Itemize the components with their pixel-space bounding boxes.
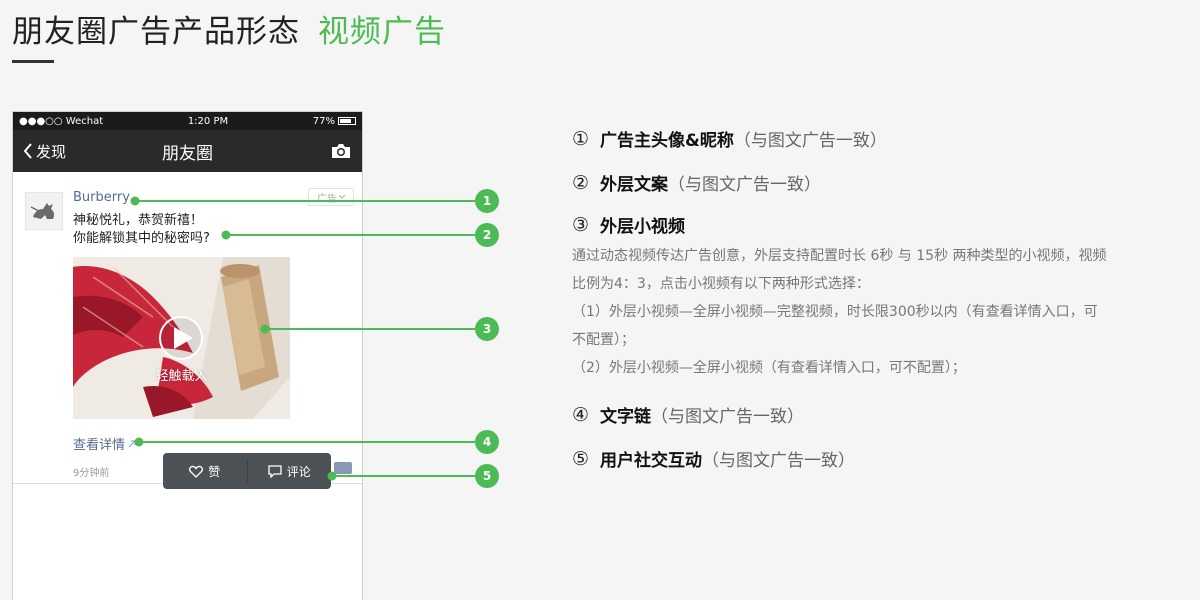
desc-item-note: （与图文广告一致） [651,407,804,427]
video-desc-line: （2）外层小视频—全屏小视频（有查看详情入口，可不配置）； [572,360,966,376]
ad-tag[interactable]: 广告 [308,188,354,206]
status-time: 1:20 PM [187,115,229,127]
title-main: 朋友圈广告产品形态 [12,13,300,50]
carrier-signal: ●●●○○ Wechat [19,115,104,127]
video-description: 通过动态视频传达广告创意，外层支持配置时长 6秒 与 15秒 两种类型的小视频，… [572,242,1184,382]
desc-item-4: ④ 文字链 （与图文广告一致） [572,402,804,428]
battery-icon [338,117,356,125]
video-frame-image [73,257,290,419]
badge-5: 5 [475,464,499,488]
avatar[interactable] [25,192,63,230]
desc-item-2: ② 外层文案 （与图文广告一致） [572,170,821,196]
link-icon [128,439,136,447]
ad-tag-label: 广告 [317,193,337,205]
desc-item-number: ③ [572,213,590,236]
desc-item-1: ① 广告主头像&昵称 （与图文广告一致） [572,126,887,152]
detail-link[interactable]: 查看详情 [73,434,137,453]
heart-icon [189,465,204,478]
ad-copy-line1: 神秘悦礼，恭贺新禧！ [73,213,204,228]
status-bar: ●●●○○ Wechat 1:20 PM 77% [13,112,362,130]
chevron-down-icon [339,195,345,199]
badge-4: 4 [475,430,499,454]
desc-item-note: （与图文广告一致） [668,175,821,195]
video-thumbnail[interactable]: 轻触载入 [73,257,290,419]
phone-mockup: ●●●○○ Wechat 1:20 PM 77% 发现 朋友圈 Burberry… [12,111,363,600]
back-label: 发现 [36,142,67,161]
comment-button[interactable]: 评论 [248,453,332,489]
desc-item-label: 文字链 [600,407,651,427]
desc-item-note: （与图文广告一致） [702,451,855,471]
video-desc-line: 比例为4：3，点击小视频有以下两种形式选择： [572,276,870,292]
detail-link-label: 查看详情 [73,438,126,453]
like-label: 赞 [208,464,221,479]
desc-item-number: ② [572,171,590,194]
comment-label: 评论 [286,464,311,479]
ad-copy: 神秘悦礼，恭贺新禧！ 你能解锁其中的秘密吗? [73,212,210,248]
badge-1: 1 [475,189,499,213]
chevron-left-icon [23,143,32,159]
comment-icon [268,464,282,478]
social-interaction-bar: 赞 评论 [163,453,331,489]
nav-bar: 发现 朋友圈 [13,130,362,172]
desc-item-note: （与图文广告一致） [733,131,887,151]
camera-icon[interactable] [330,142,352,160]
video-load-overlay: 轻触载入 [155,369,208,384]
desc-item-label: 外层小视频 [600,217,685,237]
page-title: 朋友圈广告产品形态 视频广告 [12,6,446,50]
desc-item-label: 外层文案 [600,175,668,195]
desc-item-3: ③ 外层小视频 [572,212,685,238]
desc-item-label: 用户社交互动 [600,451,702,471]
post-timestamp: 9分钟前 [73,468,110,479]
video-desc-line: 通过动态视频传达广告创意，外层支持配置时长 6秒 与 15秒 两种类型的小视频，… [572,248,1107,264]
badge-3: 3 [475,317,499,341]
desc-item-label: 广告主头像&昵称 [600,131,734,151]
back-button[interactable]: 发现 [23,141,66,162]
battery-percent: 77% [312,115,335,127]
like-button[interactable]: 赞 [163,453,247,489]
title-accent: 视频广告 [318,13,446,50]
desc-item-5: ⑤ 用户社交互动 （与图文广告一致） [572,446,855,472]
title-underline [12,60,54,63]
video-desc-line: （1）外层小视频—全屏小视频—完整视频，时长限300秒以内（有查看详情入口，可 [572,304,1098,320]
advertiser-nickname[interactable]: Burberry [73,190,130,205]
ad-copy-line2: 你能解锁其中的秘密吗? [73,231,210,246]
battery-fill [340,119,351,123]
desc-item-number: ④ [572,403,590,426]
desc-item-number: ① [572,127,590,150]
desc-item-number: ⑤ [572,447,590,470]
more-options-icon[interactable] [334,462,352,474]
badge-2: 2 [475,223,499,247]
knight-logo-icon [30,203,55,219]
video-desc-line: 不配置）； [572,332,635,348]
